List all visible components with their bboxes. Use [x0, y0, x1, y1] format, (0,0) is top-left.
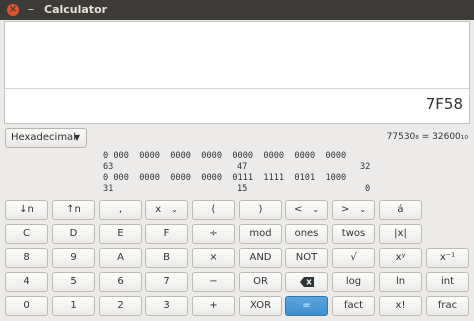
open-paren-button[interactable]: (: [192, 200, 235, 220]
subscript-label: x: [155, 204, 162, 215]
bit-index-row-high: 63 47 32: [103, 162, 371, 173]
log-button[interactable]: log: [332, 272, 375, 292]
display-divider: [5, 88, 469, 89]
bit-index-label: 63: [103, 162, 114, 172]
bit-row-low[interactable]: 0 000 0000 0000 0000 0111 1111 0101 1000: [103, 173, 371, 184]
subscript-dropdown-button[interactable]: x ⌄: [145, 200, 188, 220]
number-base-label: Hexadecimal: [11, 132, 76, 143]
digit-8-button[interactable]: 8: [5, 248, 48, 268]
ones-complement-button[interactable]: ones: [285, 224, 328, 244]
chevron-down-icon: ⌄: [359, 205, 367, 214]
digit-6-button[interactable]: 6: [99, 272, 142, 292]
less-than-label: <: [293, 204, 303, 215]
calculator-window: × – Calculator 7F58 Hexadecimal ▼ 77530₈…: [0, 0, 474, 321]
absolute-value-button[interactable]: |x|: [379, 224, 422, 244]
bit-index-label: 47: [237, 162, 248, 172]
twos-complement-button[interactable]: twos: [332, 224, 375, 244]
bit-index-label: 15: [237, 184, 248, 194]
digit-4-button[interactable]: 4: [5, 272, 48, 292]
display-result: 7F58: [425, 95, 463, 113]
multiply-button[interactable]: ×: [192, 248, 235, 268]
number-base-dropdown[interactable]: Hexadecimal ▼: [5, 128, 87, 148]
power-button[interactable]: xʸ: [379, 248, 422, 268]
character-button[interactable]: á: [379, 200, 422, 220]
close-button[interactable]: ×: [7, 4, 19, 16]
integer-button[interactable]: int: [426, 272, 469, 292]
chevron-down-icon: ⌄: [171, 205, 178, 214]
window-title: Calculator: [44, 3, 108, 16]
bit-index-label: 32: [360, 162, 371, 172]
bit-index-label: 31: [103, 184, 114, 194]
fraction-button[interactable]: frac: [426, 296, 469, 316]
subtract-button[interactable]: −: [192, 272, 235, 292]
factorial-button[interactable]: x!: [379, 296, 422, 316]
digit-3-button[interactable]: 3: [145, 296, 188, 316]
digit-a-button[interactable]: A: [99, 248, 142, 268]
digit-7-button[interactable]: 7: [145, 272, 188, 292]
bit-index-label: 0: [365, 184, 371, 194]
backspace-icon: [299, 277, 314, 287]
base-conversion-text: 77530₈ = 32600₁₀: [386, 132, 468, 142]
equals-button[interactable]: =: [285, 296, 328, 316]
title-bar: × – Calculator: [0, 0, 474, 20]
mod-button[interactable]: mod: [239, 224, 282, 244]
factorize-button[interactable]: fact: [332, 296, 375, 316]
digit-b-button[interactable]: B: [145, 248, 188, 268]
digit-1-button[interactable]: 1: [52, 296, 95, 316]
digit-0-button[interactable]: 0: [5, 296, 48, 316]
square-root-button[interactable]: √: [332, 248, 375, 268]
dropdown-arrow-icon: ▼: [73, 133, 80, 142]
not-button[interactable]: NOT: [285, 248, 328, 268]
or-button[interactable]: OR: [239, 272, 282, 292]
less-than-dropdown-button[interactable]: < ⌄: [285, 200, 328, 220]
xor-button[interactable]: XOR: [239, 296, 282, 316]
bit-row-high[interactable]: 0 000 0000 0000 0000 0000 0000 0000 0000: [103, 151, 371, 162]
display-area[interactable]: 7F58: [4, 21, 470, 124]
greater-than-label: >: [340, 204, 350, 215]
and-button[interactable]: AND: [239, 248, 282, 268]
add-button[interactable]: +: [192, 296, 235, 316]
digit-c-button[interactable]: C: [5, 224, 48, 244]
shift-up-button[interactable]: ↑n: [52, 200, 95, 220]
digit-e-button[interactable]: E: [99, 224, 142, 244]
digit-5-button[interactable]: 5: [52, 272, 95, 292]
greater-than-dropdown-button[interactable]: > ⌄: [332, 200, 375, 220]
divide-button[interactable]: ÷: [192, 224, 235, 244]
shift-down-button[interactable]: ↓n: [5, 200, 48, 220]
close-paren-button[interactable]: ): [239, 200, 282, 220]
natural-log-button[interactable]: ln: [379, 272, 422, 292]
digit-f-button[interactable]: F: [145, 224, 188, 244]
bit-index-row-low: 31 15 0: [103, 184, 371, 195]
backspace-button[interactable]: [285, 272, 328, 292]
digit-d-button[interactable]: D: [52, 224, 95, 244]
minimize-button[interactable]: –: [26, 1, 36, 17]
digit-2-button[interactable]: 2: [99, 296, 142, 316]
inverse-button[interactable]: x⁻¹: [426, 248, 469, 268]
digit-9-button[interactable]: 9: [52, 248, 95, 268]
comma-button[interactable]: ,: [99, 200, 142, 220]
chevron-down-icon: ⌄: [312, 205, 320, 214]
bit-panel[interactable]: 0 000 0000 0000 0000 0000 0000 0000 0000…: [103, 151, 371, 195]
